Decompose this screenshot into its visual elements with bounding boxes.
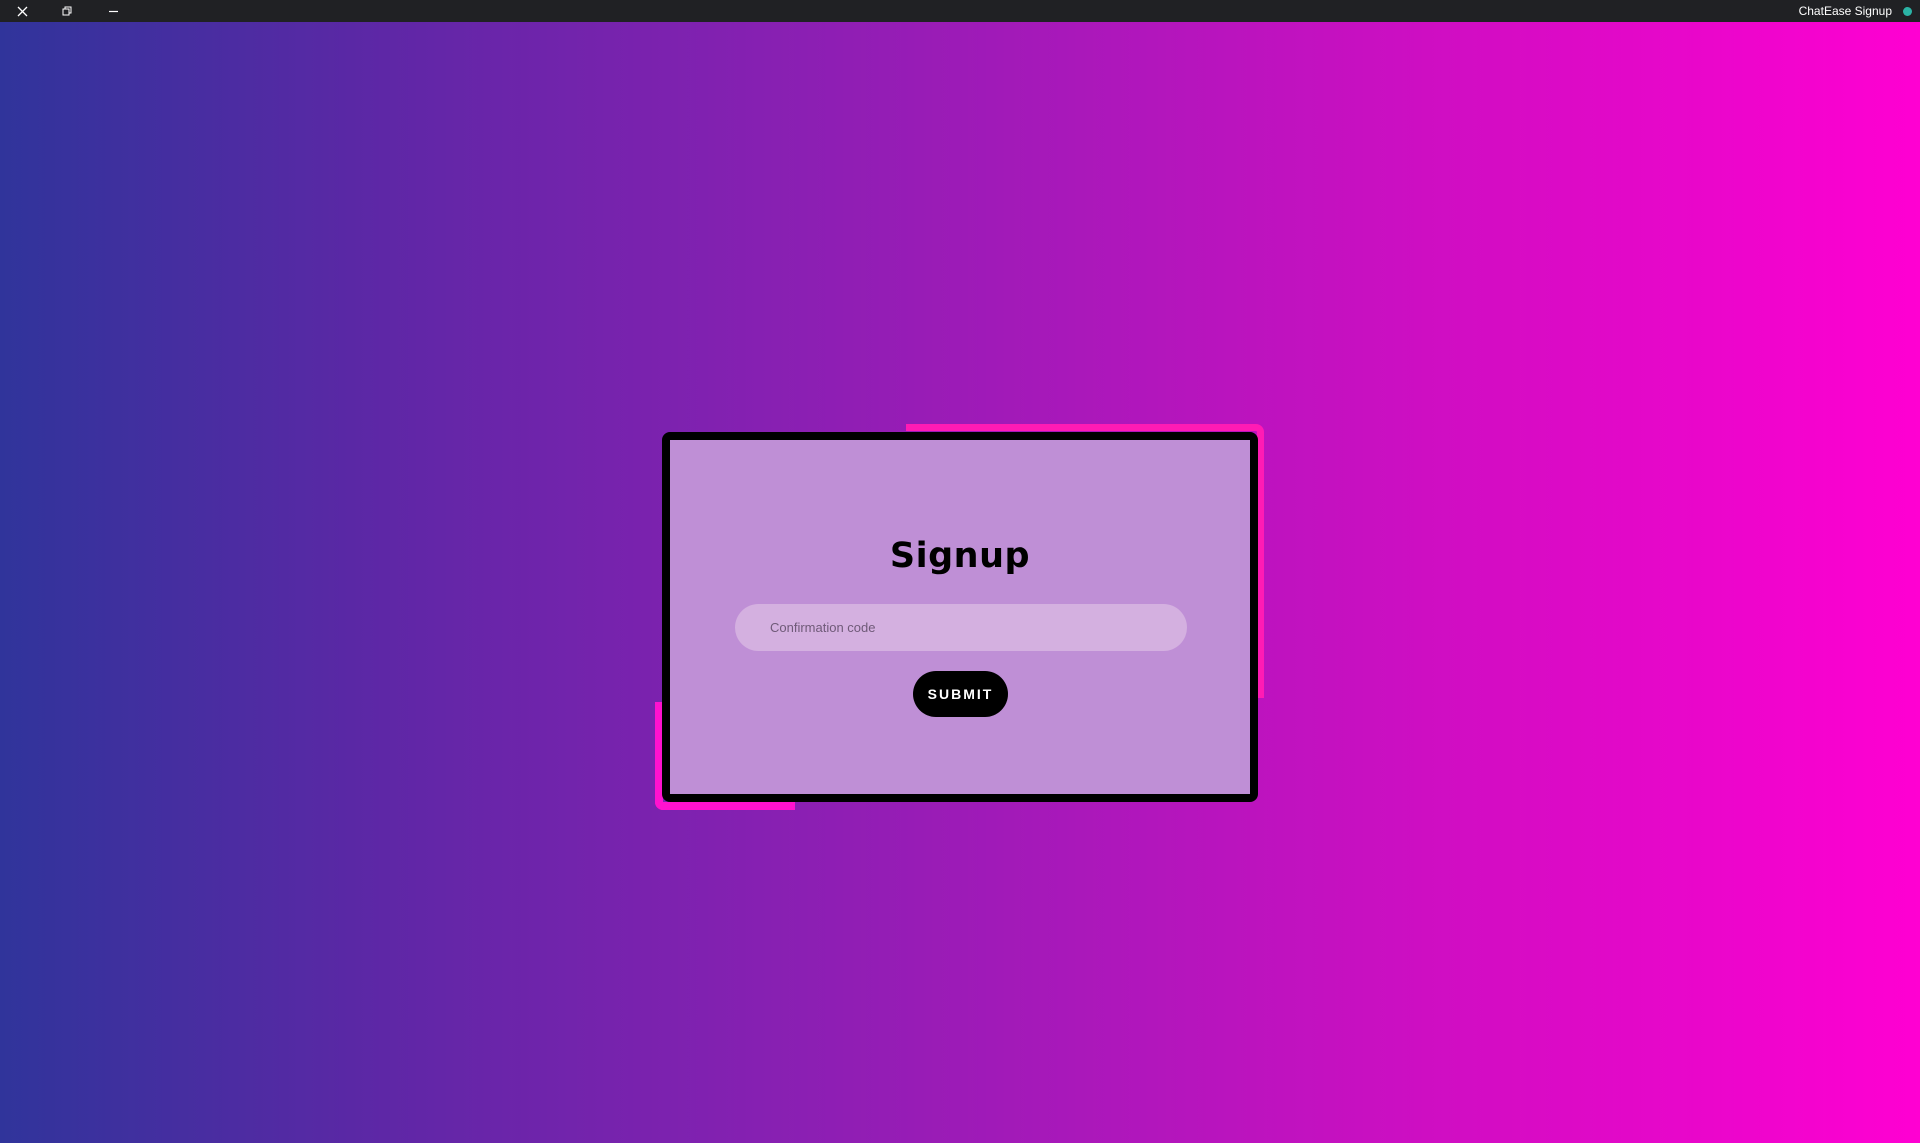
page-title: Signup: [889, 536, 1031, 576]
restore-icon: [62, 6, 72, 16]
window-title: ChatEase Signup: [1798, 4, 1892, 18]
confirmation-code-input[interactable]: [735, 604, 1187, 651]
window-close-button[interactable]: [0, 0, 44, 22]
window-minimize-button[interactable]: [91, 0, 135, 22]
window-titlebar: ChatEase Signup: [0, 0, 1920, 22]
status-indicator-icon: [1903, 7, 1912, 16]
window-restore-button[interactable]: [45, 0, 89, 22]
submit-button[interactable]: SUBMIT: [913, 671, 1008, 717]
minimize-icon: [108, 6, 119, 17]
background-canvas: Signup SUBMIT: [0, 22, 1920, 1143]
signup-card: Signup SUBMIT: [662, 432, 1258, 802]
close-icon: [17, 6, 28, 17]
